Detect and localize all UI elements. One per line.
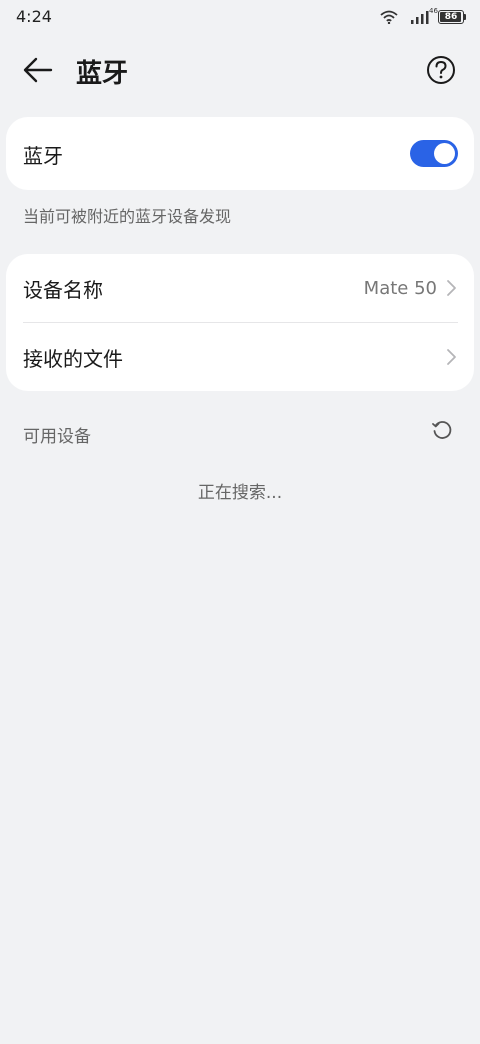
received-files-row[interactable]: 接收的文件 <box>6 323 474 391</box>
battery-body: 86 <box>438 10 464 24</box>
bluetooth-label: 蓝牙 <box>23 144 63 168</box>
help-button[interactable] <box>424 53 458 87</box>
available-devices-title: 可用设备 <box>23 427 91 447</box>
status-time: 4:24 <box>16 7 52 26</box>
visibility-hint: 当前可被附近的蓝牙设备发现 <box>23 207 232 226</box>
chevron-right-icon <box>447 349 456 365</box>
question-circle-icon <box>427 56 455 84</box>
battery-icon: 86 <box>438 10 466 24</box>
arrow-left-icon <box>23 57 53 83</box>
settings-card: 设备名称 Mate 50 接收的文件 <box>6 254 474 391</box>
refresh-icon <box>432 421 452 439</box>
page-title: 蓝牙 <box>76 59 129 89</box>
searching-status: 正在搜索... <box>197 483 283 503</box>
app-header: 蓝牙 <box>0 40 480 100</box>
bluetooth-card: 蓝牙 <box>6 117 474 190</box>
status-bar: 4:24 46 86 <box>0 0 480 34</box>
device-name-row[interactable]: 设备名称 Mate 50 <box>6 254 474 322</box>
toggle-knob <box>434 143 455 164</box>
cellular-signal-icon: 46 <box>403 7 438 25</box>
bluetooth-toggle[interactable] <box>410 140 458 167</box>
battery-cap <box>464 14 466 20</box>
received-files-label: 接收的文件 <box>23 346 123 371</box>
refresh-button[interactable] <box>431 419 453 441</box>
device-name-label: 设备名称 <box>23 277 103 302</box>
chevron-right-icon <box>447 280 456 296</box>
wifi-icon <box>380 10 398 24</box>
device-name-value: Mate 50 <box>363 277 437 299</box>
status-icons: 46 86 <box>380 7 466 27</box>
back-button[interactable] <box>18 52 58 88</box>
battery-level: 86 <box>444 12 458 22</box>
